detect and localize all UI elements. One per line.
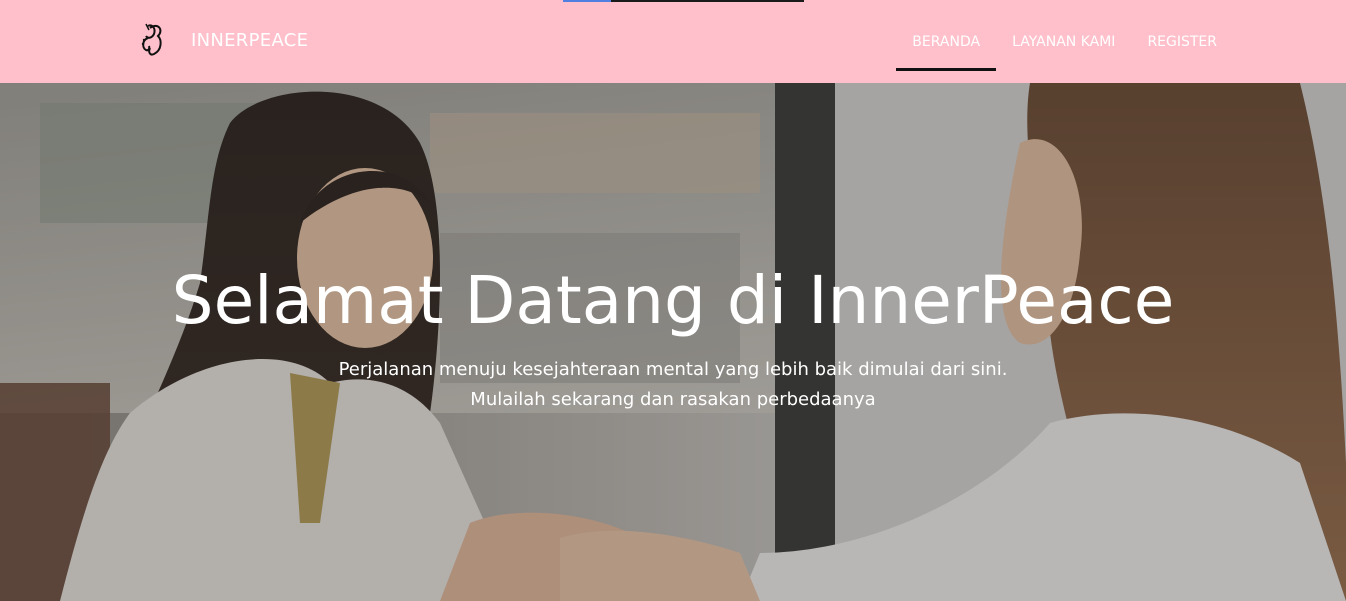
butterfly-icon [138, 20, 166, 60]
hero-section: Selamat Datang di InnerPeace Perjalanan … [0, 83, 1346, 601]
scroll-progress-fill [563, 0, 612, 2]
scroll-progress-bar [563, 0, 804, 2]
navbar: INNERPEACE BERANDA LAYANAN KAMI REGISTER [0, 0, 1346, 83]
hero-content: Selamat Datang di InnerPeace Perjalanan … [0, 261, 1346, 415]
nav-menu: BERANDA LAYANAN KAMI REGISTER [896, 0, 1233, 83]
hero-title-brand: InnerPeace [808, 262, 1175, 339]
hero-title-prefix: Selamat Datang di [171, 262, 809, 339]
nav-item-layanan-kami[interactable]: LAYANAN KAMI [996, 0, 1131, 83]
page: INNERPEACE BERANDA LAYANAN KAMI REGISTER [0, 0, 1346, 601]
hero-subtitle: Perjalanan menuju kesejahteraan mental y… [0, 355, 1346, 415]
hero-subtitle-line-2: Mulailah sekarang dan rasakan perbedaany… [470, 389, 876, 410]
hero-title: Selamat Datang di InnerPeace [0, 261, 1346, 341]
hero-subtitle-line-1: Perjalanan menuju kesejahteraan mental y… [338, 359, 1008, 380]
brand-name: INNERPEACE [191, 29, 309, 51]
nav-item-register[interactable]: REGISTER [1131, 0, 1233, 83]
nav-item-beranda[interactable]: BERANDA [896, 0, 996, 83]
brand-link[interactable]: INNERPEACE [138, 18, 308, 62]
